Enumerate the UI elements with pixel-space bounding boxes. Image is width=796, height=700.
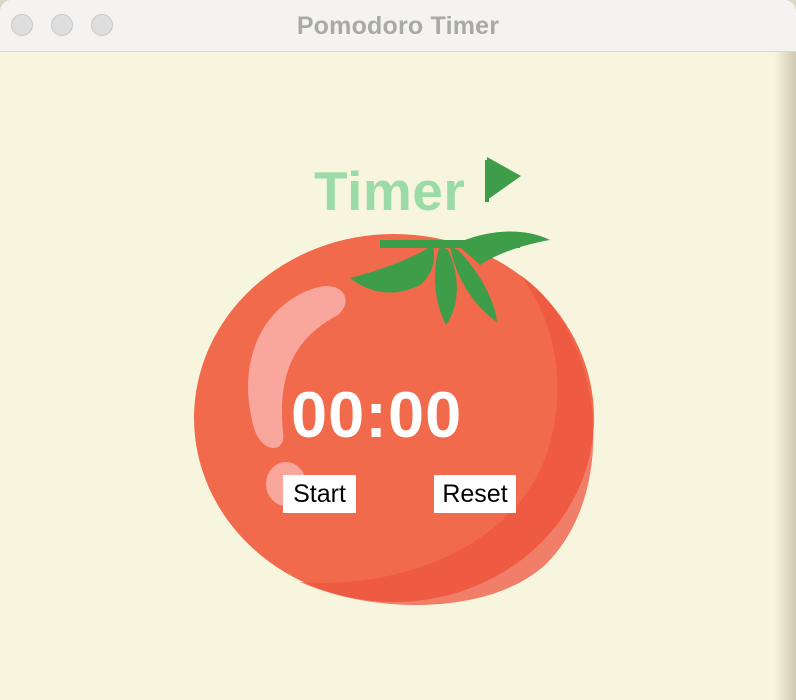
flag-icon [487,157,521,200]
start-button[interactable]: Start [283,475,356,513]
timer-heading: Timer [314,160,466,222]
tomato-icon [194,157,594,605]
time-display: 00:00 [291,378,463,451]
app-window: Pomodoro Timer Timer 00:00 Start Reset [0,0,796,700]
reset-button[interactable]: Reset [434,475,516,513]
